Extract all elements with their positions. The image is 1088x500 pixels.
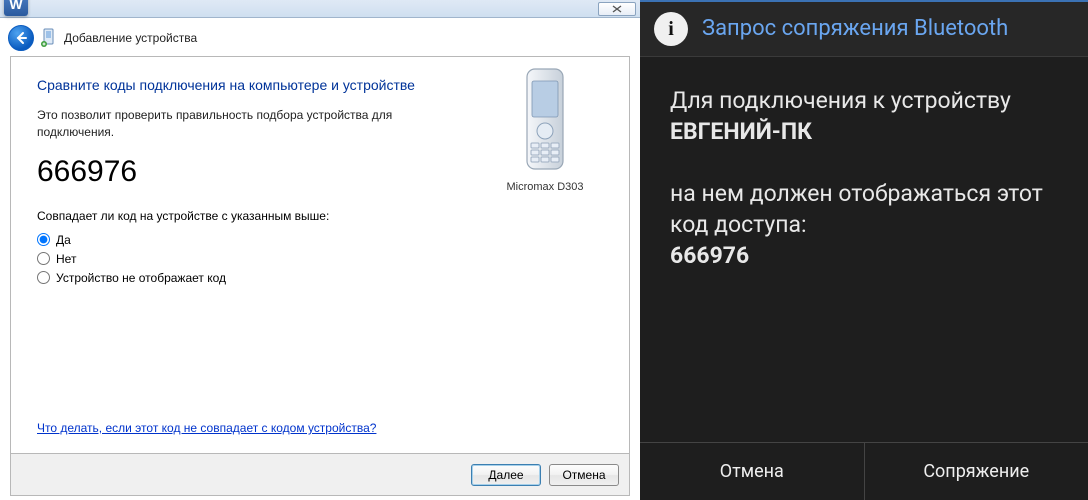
next-button[interactable]: Далее xyxy=(471,464,541,486)
wizard-button-bar: Далее Отмена xyxy=(10,454,630,496)
back-arrow-icon xyxy=(14,31,28,45)
close-window-button[interactable] xyxy=(598,2,636,16)
back-button[interactable] xyxy=(8,25,34,51)
body-line-1: Для подключения к устройству xyxy=(670,85,1058,116)
android-pair-button[interactable]: Сопряжение xyxy=(864,443,1088,500)
body-line-2: на нем должен отображаться этот код дост… xyxy=(670,178,1058,240)
radio-nocode[interactable]: Устройство не отображает код xyxy=(37,271,603,285)
match-question: Совпадает ли код на устройстве с указанн… xyxy=(37,209,603,223)
android-dialog: i Запрос сопряжения Bluetooth Для подклю… xyxy=(640,0,1088,500)
wizard-title: Добавление устройства xyxy=(64,31,197,45)
android-dialog-title: Запрос сопряжения Bluetooth xyxy=(702,16,1008,42)
radio-no-label: Нет xyxy=(56,252,76,266)
android-cancel-button[interactable]: Отмена xyxy=(640,443,864,500)
info-icon: i xyxy=(654,12,688,46)
cancel-button[interactable]: Отмена xyxy=(549,464,619,486)
radio-nocode-input[interactable] xyxy=(37,271,50,284)
radio-no-input[interactable] xyxy=(37,252,50,265)
radio-yes[interactable]: Да xyxy=(37,233,603,247)
android-button-bar: Отмена Сопряжение xyxy=(640,442,1088,500)
windows-dialog: W Добавление устройства Сравните коды по… xyxy=(0,0,640,500)
word-app-icon: W xyxy=(4,0,28,16)
phone-icon xyxy=(521,67,569,177)
page-description: Это позволит проверить правильность подб… xyxy=(37,107,417,141)
device-caption: Micromax D303 xyxy=(495,181,595,193)
window-titlebar xyxy=(0,0,640,18)
close-icon xyxy=(612,5,622,13)
wizard-nav-header: Добавление устройства xyxy=(0,18,640,56)
help-link[interactable]: Что делать, если этот код не совпадает с… xyxy=(37,421,376,435)
android-dialog-body: Для подключения к устройству ЕВГЕНИЙ-ПК … xyxy=(640,57,1088,442)
android-dialog-header: i Запрос сопряжения Bluetooth xyxy=(640,0,1088,57)
android-pairing-code: 666976 xyxy=(670,240,1058,271)
radio-yes-label: Да xyxy=(56,233,71,247)
radio-no[interactable]: Нет xyxy=(37,252,603,266)
radio-nocode-label: Устройство не отображает код xyxy=(56,271,226,285)
device-figure: Micromax D303 xyxy=(495,67,595,193)
radio-group: Да Нет Устройство не отображает код xyxy=(37,233,603,285)
radio-yes-input[interactable] xyxy=(37,233,50,246)
device-add-icon xyxy=(40,28,58,48)
device-name: ЕВГЕНИЙ-ПК xyxy=(670,116,1058,147)
wizard-content: Сравните коды подключения на компьютере … xyxy=(10,56,630,454)
